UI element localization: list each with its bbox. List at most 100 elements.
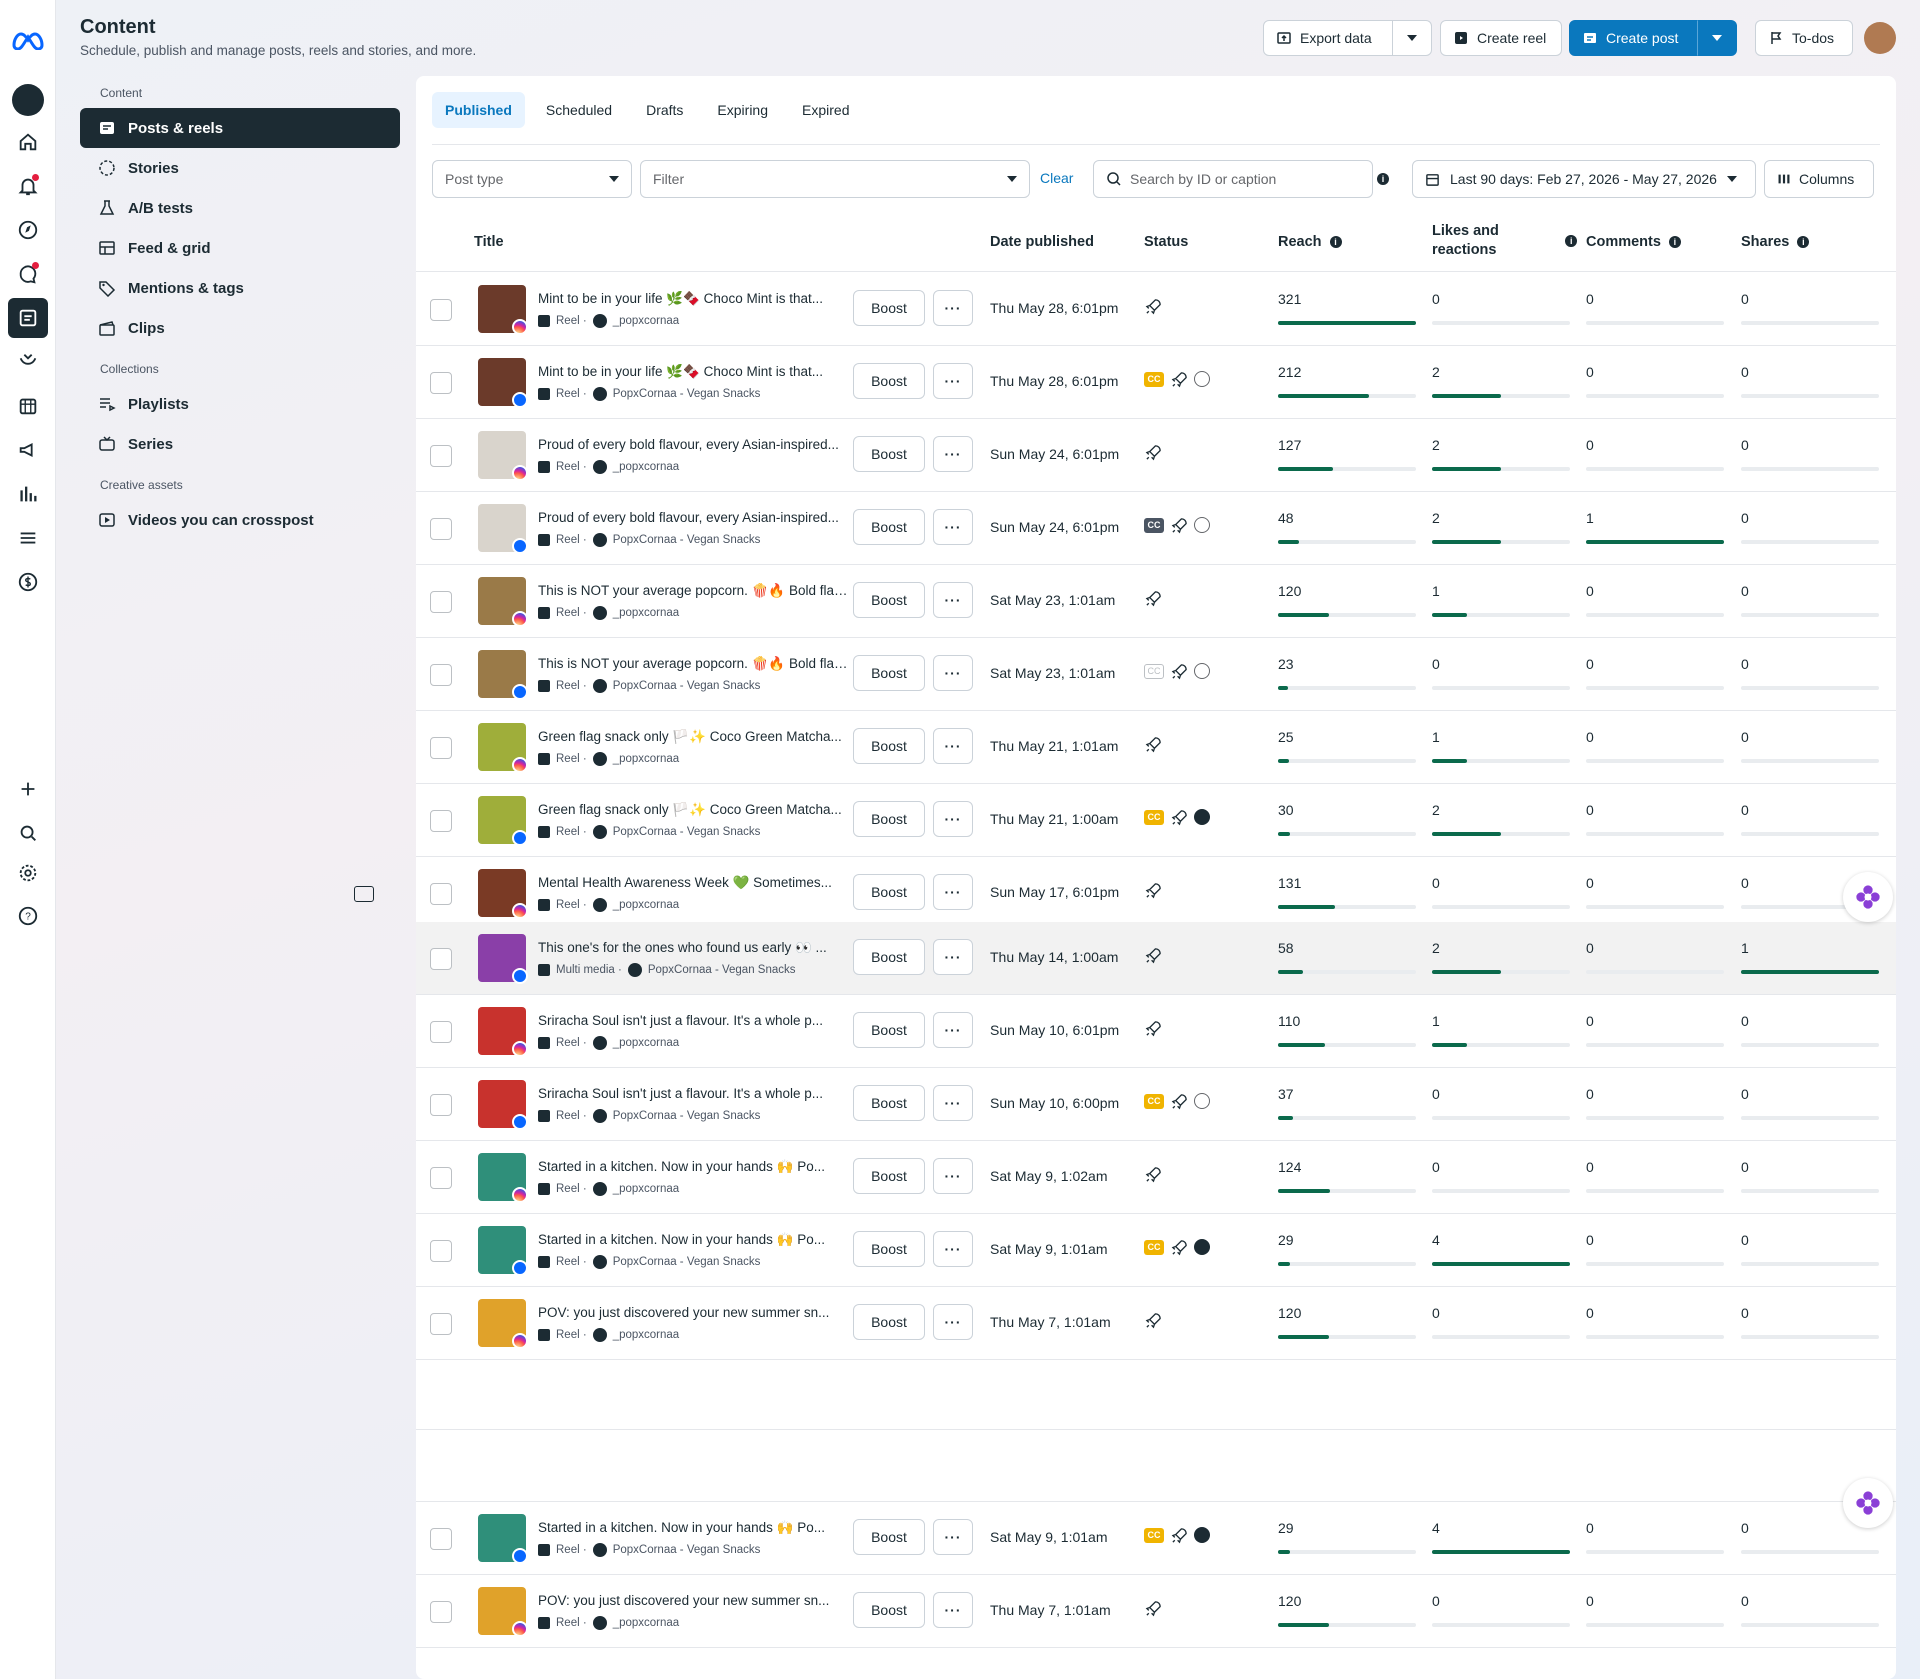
table-row[interactable]: Mint to be in your life 🌿🍫 Choco Mint is…: [416, 273, 1896, 346]
row-checkbox[interactable]: [430, 883, 452, 905]
chat-icon[interactable]: [14, 260, 42, 288]
table-row[interactable]: Proud of every bold flavour, every Asian…: [416, 419, 1896, 492]
more-options-button[interactable]: ···: [933, 939, 973, 975]
bell-icon[interactable]: [14, 172, 42, 200]
sidebar-item-clips[interactable]: Clips: [80, 308, 400, 348]
post-caption[interactable]: POV: you just discovered your new summer…: [538, 1593, 848, 1608]
boost-button[interactable]: Boost: [853, 582, 925, 618]
tab-expired[interactable]: Expired: [789, 92, 862, 128]
row-checkbox[interactable]: [430, 445, 452, 467]
table-row[interactable]: Proud of every bold flavour, every Asian…: [416, 492, 1896, 565]
table-row[interactable]: Mental Health Awareness Week 💚 Sometimes…: [416, 857, 1896, 930]
row-checkbox[interactable]: [430, 1094, 452, 1116]
tab-expiring[interactable]: Expiring: [704, 92, 781, 128]
boost-button[interactable]: Boost: [853, 939, 925, 975]
sidebar-item-stories[interactable]: Stories: [80, 148, 400, 188]
export-data-button[interactable]: Export data: [1263, 20, 1393, 56]
col-comments[interactable]: Comments i: [1586, 234, 1681, 250]
post-caption[interactable]: Started in a kitchen. Now in your hands …: [538, 1232, 848, 1248]
info-icon[interactable]: i: [1377, 173, 1389, 185]
info-icon[interactable]: i: [1797, 236, 1810, 248]
export-dropdown-button[interactable]: [1392, 20, 1432, 56]
row-checkbox[interactable]: [430, 1528, 452, 1550]
more-options-button[interactable]: ···: [933, 801, 973, 837]
row-checkbox[interactable]: [430, 591, 452, 613]
table-row[interactable]: Green flag snack only 🏳️✨ Coco Green Mat…: [416, 784, 1896, 857]
col-status[interactable]: Status: [1144, 234, 1188, 250]
info-icon[interactable]: i: [1565, 235, 1577, 247]
post-caption[interactable]: This is NOT your average popcorn. 🍿🔥 Bol…: [538, 583, 848, 599]
sidebar-item-posts-reels[interactable]: Posts & reels: [80, 108, 400, 148]
help-icon[interactable]: ?: [14, 902, 42, 930]
boost-button[interactable]: Boost: [853, 1231, 925, 1267]
post-caption[interactable]: Proud of every bold flavour, every Asian…: [538, 437, 848, 452]
more-options-button[interactable]: ···: [933, 655, 973, 691]
insights-icon[interactable]: [14, 480, 42, 508]
sidebar-item-mentions-tags[interactable]: Mentions & tags: [80, 268, 400, 308]
col-shares[interactable]: Shares i: [1741, 234, 1810, 250]
more-options-button[interactable]: ···: [933, 1592, 973, 1628]
dollar-icon[interactable]: [14, 568, 42, 596]
post-caption[interactable]: Green flag snack only 🏳️✨ Coco Green Mat…: [538, 802, 848, 818]
table-row[interactable]: Started in a kitchen. Now in your hands …: [416, 1502, 1896, 1575]
col-likes[interactable]: Likes and reactions i: [1432, 222, 1577, 260]
boost-button[interactable]: Boost: [853, 801, 925, 837]
row-checkbox[interactable]: [430, 737, 452, 759]
more-options-button[interactable]: ···: [933, 1231, 973, 1267]
more-options-button[interactable]: ···: [933, 1085, 973, 1121]
row-checkbox[interactable]: [430, 1240, 452, 1262]
col-title[interactable]: Title: [474, 234, 504, 250]
sidebar-item-series[interactable]: Series: [80, 424, 400, 464]
audience-icon[interactable]: [14, 348, 42, 376]
table-row[interactable]: Sriracha Soul isn't just a flavour. It's…: [416, 1068, 1896, 1141]
post-caption[interactable]: Started in a kitchen. Now in your hands …: [538, 1520, 848, 1536]
post-caption[interactable]: Mental Health Awareness Week 💚 Sometimes…: [538, 875, 848, 891]
search-icon[interactable]: [14, 819, 42, 847]
row-checkbox[interactable]: [430, 1601, 452, 1623]
create-post-dropdown-button[interactable]: [1697, 20, 1737, 56]
clear-link[interactable]: Clear: [1040, 170, 1073, 186]
tab-scheduled[interactable]: Scheduled: [533, 92, 625, 128]
table-row[interactable]: Sriracha Soul isn't just a flavour. It's…: [416, 995, 1896, 1068]
boost-button[interactable]: Boost: [853, 1304, 925, 1340]
create-post-button[interactable]: Create post: [1569, 20, 1697, 56]
more-options-button[interactable]: ···: [933, 874, 973, 910]
profile-avatar[interactable]: [1864, 22, 1896, 54]
post-caption[interactable]: Started in a kitchen. Now in your hands …: [538, 1159, 848, 1175]
more-options-button[interactable]: ···: [933, 436, 973, 472]
boost-button[interactable]: Boost: [853, 1012, 925, 1048]
megaphone-icon[interactable]: [14, 436, 42, 464]
create-reel-button[interactable]: Create reel: [1440, 20, 1562, 56]
more-options-button[interactable]: ···: [933, 1519, 973, 1555]
boost-button[interactable]: Boost: [853, 1519, 925, 1555]
content-icon[interactable]: [8, 298, 48, 338]
table-row[interactable]: This one's for the ones who found us ear…: [416, 922, 1896, 995]
post-caption[interactable]: Mint to be in your life 🌿🍫 Choco Mint is…: [538, 364, 848, 380]
row-checkbox[interactable]: [430, 1021, 452, 1043]
columns-button[interactable]: Columns: [1764, 160, 1874, 198]
filter-select[interactable]: Filter: [640, 160, 1030, 198]
more-options-button[interactable]: ···: [933, 290, 973, 326]
more-options-button[interactable]: ···: [933, 1304, 973, 1340]
boost-button[interactable]: Boost: [853, 363, 925, 399]
post-caption[interactable]: This is NOT your average popcorn. 🍿🔥 Bol…: [538, 656, 848, 672]
row-checkbox[interactable]: [430, 948, 452, 970]
tab-published[interactable]: Published: [432, 92, 525, 128]
row-checkbox[interactable]: [430, 810, 452, 832]
account-avatar[interactable]: [12, 84, 44, 116]
menu-icon[interactable]: [14, 524, 42, 552]
table-row[interactable]: Started in a kitchen. Now in your hands …: [416, 1141, 1896, 1214]
post-caption[interactable]: This one's for the ones who found us ear…: [538, 940, 848, 956]
more-options-button[interactable]: ···: [933, 582, 973, 618]
table-row[interactable]: This is NOT your average popcorn. 🍿🔥 Bol…: [416, 565, 1896, 638]
settings-icon[interactable]: [14, 859, 42, 887]
col-date[interactable]: Date published: [990, 234, 1094, 250]
post-caption[interactable]: Mint to be in your life 🌿🍫 Choco Mint is…: [538, 291, 848, 307]
row-checkbox[interactable]: [430, 1313, 452, 1335]
meta-logo-icon[interactable]: [10, 22, 46, 58]
search-input[interactable]: Search by ID or caption: [1093, 160, 1373, 198]
tab-drafts[interactable]: Drafts: [633, 92, 696, 128]
compass-icon[interactable]: [14, 216, 42, 244]
more-options-button[interactable]: ···: [933, 728, 973, 764]
boost-button[interactable]: Boost: [853, 655, 925, 691]
